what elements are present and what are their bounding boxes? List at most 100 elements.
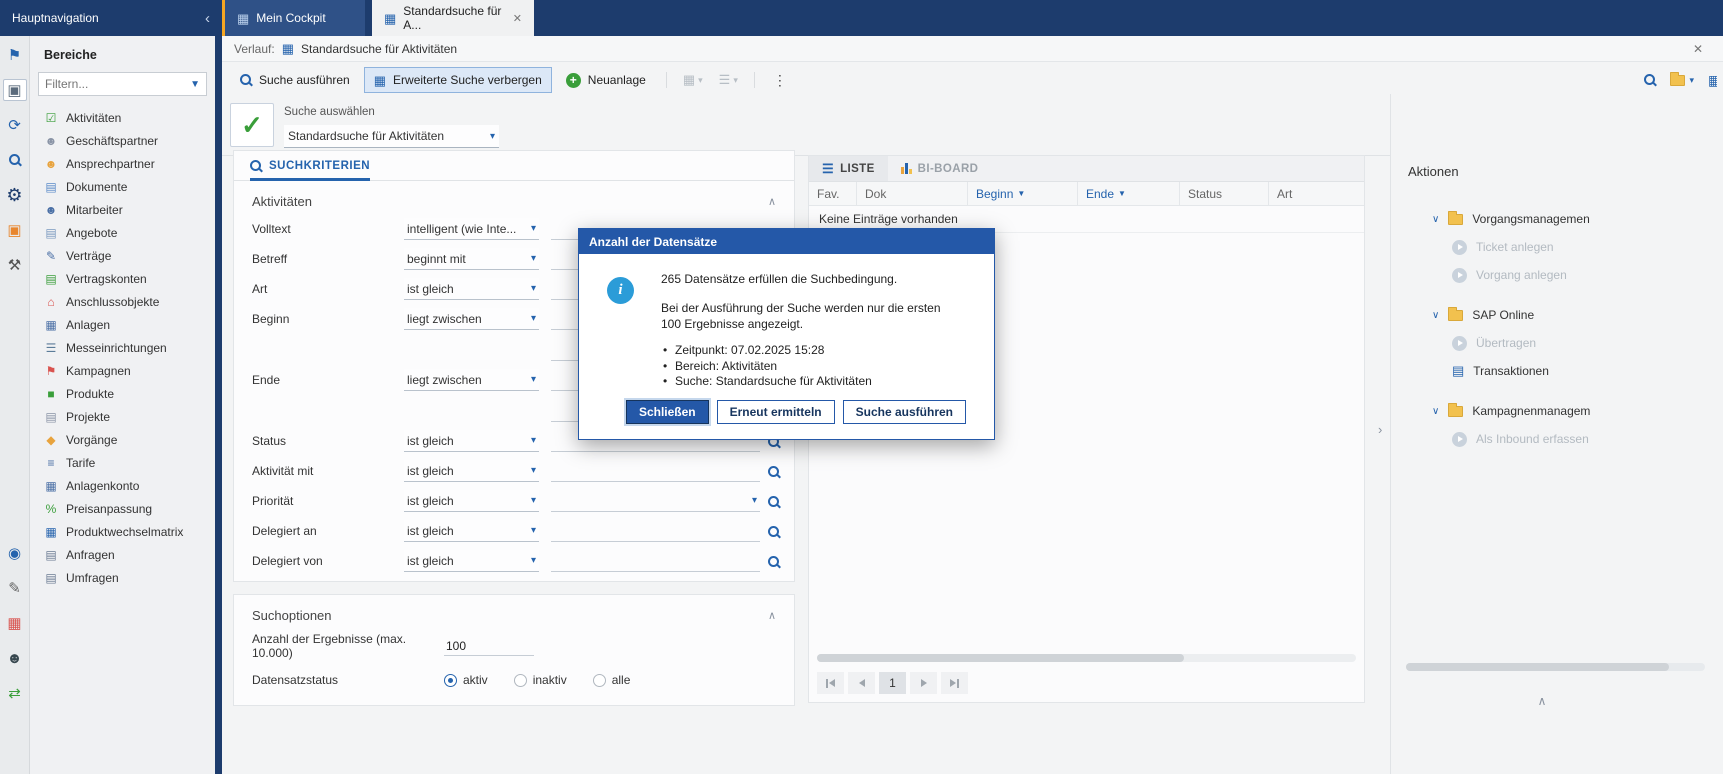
table-view-dropdown[interactable]: ▦ ▾ xyxy=(677,68,709,92)
breadcrumb-link[interactable]: Standardsuche für Aktivitäten xyxy=(301,42,457,56)
column-status[interactable]: Status xyxy=(1179,182,1268,205)
sidebar-filter[interactable]: ▼ xyxy=(38,72,207,96)
add-user-icon[interactable]: ☻ xyxy=(3,647,27,669)
sidebar-item-kampagnen[interactable]: ⚑Kampagnen xyxy=(38,359,207,382)
column-dok[interactable]: Dok xyxy=(856,182,967,205)
prev-page-button[interactable] xyxy=(848,672,875,694)
value-search-icon[interactable] xyxy=(768,526,780,538)
first-page-button[interactable] xyxy=(817,672,844,694)
action-group-sap-online[interactable]: ∨ SAP Online xyxy=(1432,301,1723,329)
action-ticket-anlegen[interactable]: Ticket anlegen xyxy=(1452,233,1723,261)
more-options-button[interactable]: ⋮ xyxy=(765,72,795,89)
sidebar-item-anfragen[interactable]: ▤Anfragen xyxy=(38,543,207,566)
sidebar-item-umfragen[interactable]: ▤Umfragen xyxy=(38,566,207,589)
sidebar-item-dokumente[interactable]: ▤Dokumente xyxy=(38,175,207,198)
operator-select[interactable]: ist gleich▾ xyxy=(404,550,539,572)
tab-bi-board[interactable]: BI-BOARD xyxy=(888,156,992,181)
folder-menu-button[interactable]: ▾ xyxy=(1670,75,1694,86)
value-input[interactable] xyxy=(551,520,760,542)
global-search-icon[interactable] xyxy=(1644,74,1656,86)
new-record-button[interactable]: + Neuanlage xyxy=(556,67,656,94)
value-input[interactable] xyxy=(551,550,760,572)
column-beginn[interactable]: Beginn▼ xyxy=(967,182,1077,205)
tab-mein-cockpit[interactable]: ▦ Mein Cockpit xyxy=(222,0,365,36)
operator-select[interactable]: ist gleich▾ xyxy=(404,278,539,300)
sidebar-item-vertragskonten[interactable]: ▤Vertragskonten xyxy=(38,267,207,290)
sidebar-item-projekte[interactable]: ▤Projekte xyxy=(38,405,207,428)
list-view-dropdown[interactable]: ☰ ▾ xyxy=(713,68,744,92)
favorites-eye-icon[interactable]: ◉ xyxy=(3,542,27,564)
sidebar-item-ansprechpartner[interactable]: ☻Ansprechpartner xyxy=(38,152,207,175)
redetermine-button[interactable]: Erneut ermitteln xyxy=(717,400,835,424)
action-group-kampagnenmanagement[interactable]: ∨ Kampagnenmanagem xyxy=(1432,397,1723,425)
value-search-icon[interactable] xyxy=(768,496,780,508)
history-icon[interactable]: ⟳ xyxy=(3,114,27,136)
action-vorgang-anlegen[interactable]: Vorgang anlegen xyxy=(1452,261,1723,289)
funnel-icon[interactable]: ▼ xyxy=(190,79,200,90)
column-ende[interactable]: Ende▼ xyxy=(1077,182,1179,205)
options-section-header[interactable]: Suchoptionen ∧ xyxy=(234,595,794,632)
operator-select[interactable]: beginnt mit▾ xyxy=(404,248,539,270)
collapse-nav-icon[interactable]: ‹ xyxy=(205,10,210,27)
sidebar-item-angebote[interactable]: ▤Angebote xyxy=(38,221,207,244)
sidebar-item-produkte[interactable]: ■Produkte xyxy=(38,382,207,405)
action-group-vorgangsmanagement[interactable]: ∨ Vorgangsmanagemen xyxy=(1432,205,1723,233)
max-results-input[interactable] xyxy=(444,637,534,656)
current-page[interactable]: 1 xyxy=(879,672,906,694)
operator-select[interactable]: liegt zwischen▾ xyxy=(404,369,539,391)
sidebar-item-mitarbeiter[interactable]: ☻Mitarbeiter xyxy=(38,198,207,221)
bookmark-icon[interactable]: ⚑ xyxy=(3,44,27,66)
search-settings-icon[interactable] xyxy=(3,149,27,171)
swap-icon[interactable]: ⇄ xyxy=(3,682,27,704)
action-uebertragen[interactable]: Übertragen xyxy=(1452,329,1723,357)
value-search-icon[interactable] xyxy=(768,556,780,568)
tab-liste[interactable]: ☰ LISTE xyxy=(809,156,888,181)
operator-select[interactable]: liegt zwischen▾ xyxy=(404,308,539,330)
settings-gear-icon[interactable]: ⚙ xyxy=(3,184,27,206)
action-transaktionen[interactable]: ▤ Transaktionen xyxy=(1452,357,1723,385)
close-button[interactable]: Schließen xyxy=(626,400,709,424)
criteria-section-header[interactable]: Aktivitäten ∧ xyxy=(234,181,794,218)
value-search-icon[interactable] xyxy=(768,466,780,478)
next-page-button[interactable] xyxy=(910,672,937,694)
close-view-icon[interactable]: ✕ xyxy=(1693,42,1711,56)
operator-select[interactable]: intelligent (wie Inte...▾ xyxy=(404,218,539,240)
toggle-advanced-search-button[interactable]: ▦ Erweiterte Suche verbergen xyxy=(364,67,552,93)
tools-icon[interactable]: ⚒ xyxy=(3,254,27,276)
sidebar-item-vorgaenge[interactable]: ◆Vorgänge xyxy=(38,428,207,451)
sidebar-item-vertraege[interactable]: ✎Verträge xyxy=(38,244,207,267)
dialog-title[interactable]: Anzahl der Datensätze xyxy=(579,229,994,254)
sidebar-item-tarife[interactable]: ≡Tarife xyxy=(38,451,207,474)
results-scrollbar[interactable] xyxy=(817,654,1356,662)
radio-alle[interactable]: alle xyxy=(593,673,631,687)
column-art[interactable]: Art xyxy=(1268,182,1364,205)
tab-close-icon[interactable]: ✕ xyxy=(513,12,522,25)
run-search-dialog-button[interactable]: Suche ausführen xyxy=(843,400,966,424)
search-select-combobox[interactable]: Standardsuche für Aktivitäten ▾ xyxy=(284,125,499,148)
sidebar-item-produktwechselmatrix[interactable]: ▦Produktwechselmatrix xyxy=(38,520,207,543)
tab-suchkriterien[interactable]: SUCHKRITERIEN xyxy=(250,160,370,181)
radio-inaktiv[interactable]: inaktiv xyxy=(514,673,567,687)
panel-expand-icon[interactable]: › xyxy=(1378,422,1382,437)
operator-select[interactable]: ist gleich▾ xyxy=(404,490,539,512)
filter-input[interactable] xyxy=(45,77,186,91)
operator-select[interactable]: ist gleich▾ xyxy=(404,430,539,452)
radio-aktiv[interactable]: aktiv xyxy=(444,673,488,687)
calendar-icon[interactable]: ▦ xyxy=(3,612,27,634)
sidebar-item-anlagenkonto[interactable]: ▦Anlagenkonto xyxy=(38,474,207,497)
documents-module-icon[interactable]: ▣ xyxy=(3,79,27,101)
value-input[interactable] xyxy=(551,460,760,482)
sidebar-item-geschaeftspartner[interactable]: ☻Geschäftspartner xyxy=(38,129,207,152)
operator-select[interactable]: ist gleich▾ xyxy=(404,460,539,482)
sidebar-item-anlagen[interactable]: ▦Anlagen xyxy=(38,313,207,336)
clipped-toolbar-icon[interactable]: ▦ xyxy=(1708,72,1717,89)
notes-icon[interactable]: ✎ xyxy=(3,577,27,599)
actions-collapse-icon[interactable]: ∧ xyxy=(1538,694,1547,708)
operator-select[interactable]: ist gleich▾ xyxy=(404,520,539,542)
column-fav[interactable]: Fav. xyxy=(809,182,856,205)
last-page-button[interactable] xyxy=(941,672,968,694)
sidebar-item-aktivitaeten[interactable]: ☑Aktivitäten xyxy=(38,106,207,129)
tab-standardsuche[interactable]: ▦ Standardsuche für A... ✕ xyxy=(372,0,534,36)
value-select[interactable]: ▾ xyxy=(551,490,760,512)
sidebar-item-messeinrichtungen[interactable]: ☰Messeinrichtungen xyxy=(38,336,207,359)
